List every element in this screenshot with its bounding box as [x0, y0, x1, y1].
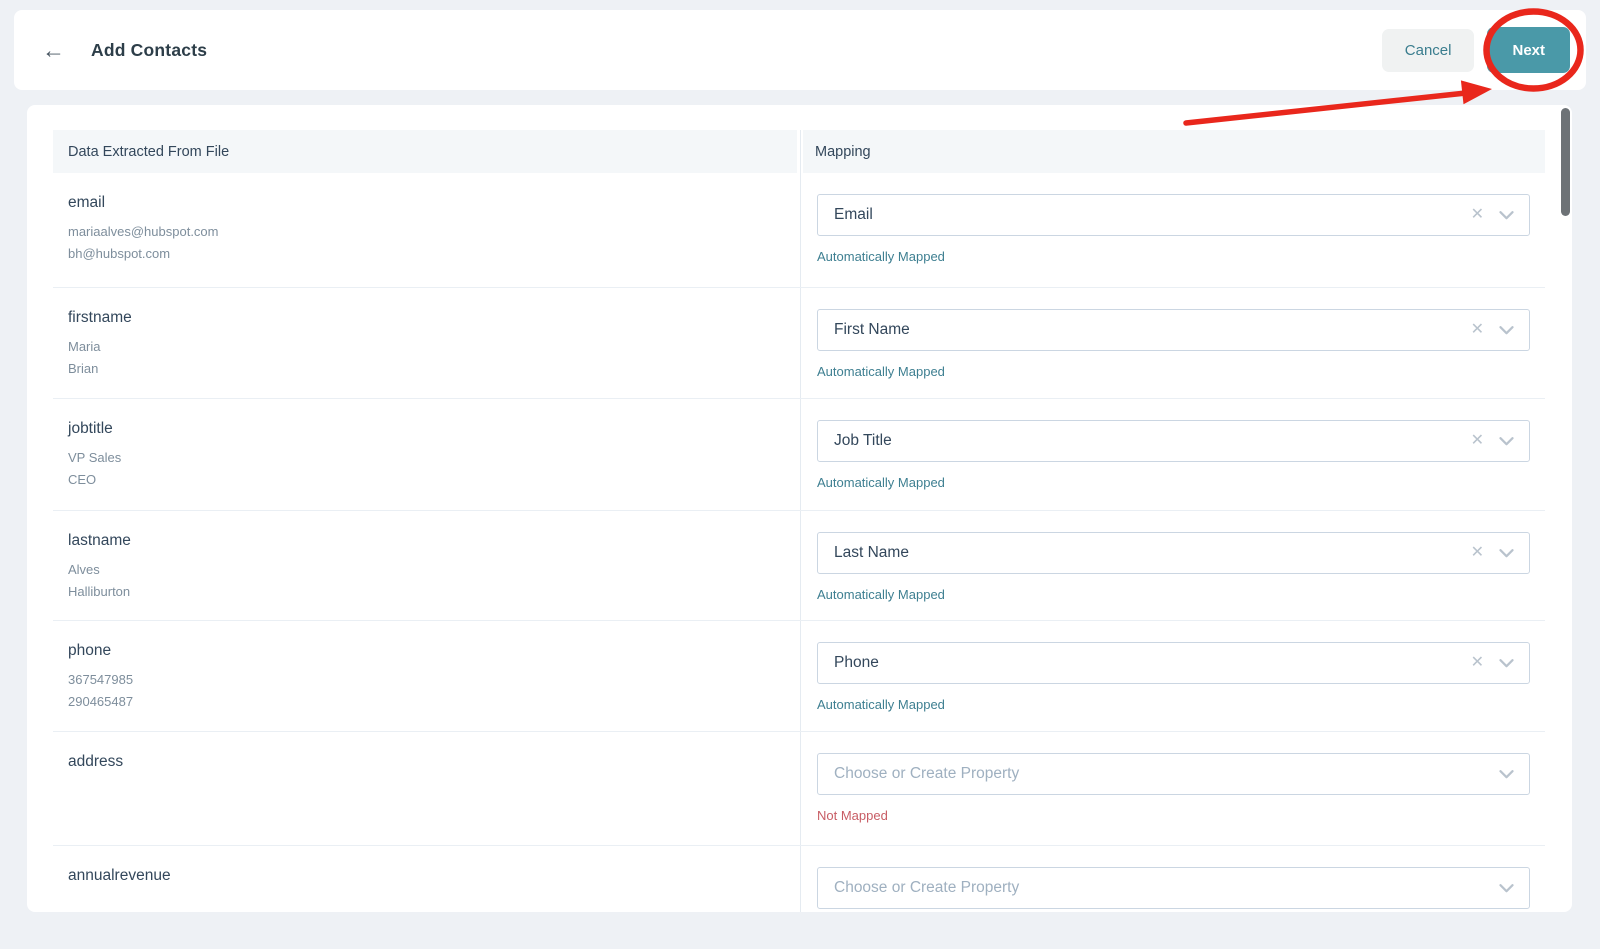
- mapping-row: phone 367547985 290465487 Phone ✕ Automa…: [53, 621, 1545, 732]
- mapping-row: jobtitle VP Sales CEO Job Title ✕ Automa…: [53, 399, 1545, 511]
- field-name: address: [68, 753, 124, 770]
- mapping-status: Not Mapped: [817, 808, 888, 823]
- extracted-data-cell: jobtitle VP Sales CEO: [53, 399, 800, 510]
- mapping-row: firstname Maria Brian First Name ✕ Autom…: [53, 288, 1545, 399]
- mapping-panel: Data Extracted From File Mapping email m…: [27, 105, 1572, 912]
- extracted-data-cell: email mariaalves@hubspot.com bh@hubspot.…: [53, 173, 800, 287]
- sample-value: bh@hubspot.com: [68, 246, 171, 261]
- sample-value: mariaalves@hubspot.com: [68, 224, 219, 239]
- select-value: Phone: [834, 654, 879, 671]
- next-button[interactable]: Next: [1487, 27, 1570, 73]
- property-select[interactable]: Job Title ✕: [817, 420, 1530, 462]
- chevron-down-icon[interactable]: [1499, 210, 1514, 220]
- sample-value: VP Sales: [68, 450, 122, 465]
- chevron-down-icon[interactable]: [1499, 658, 1514, 668]
- page-title: Add Contacts: [91, 39, 208, 60]
- mapping-cell: Email ✕ Automatically Mapped: [800, 173, 1545, 287]
- field-name: lastname: [68, 532, 131, 549]
- mapping-cell: Phone ✕ Automatically Mapped: [800, 621, 1545, 731]
- select-placeholder: Choose or Create Property: [834, 879, 1020, 896]
- mapping-row: address Choose or Create Property Not Ma…: [53, 732, 1545, 846]
- modal-header: ← Add Contacts Cancel Next: [14, 10, 1586, 90]
- property-select[interactable]: Last Name ✕: [817, 532, 1530, 574]
- mapping-status: Automatically Mapped: [817, 364, 945, 379]
- field-name: annualrevenue: [68, 867, 171, 884]
- mapping-cell: Last Name ✕ Automatically Mapped: [800, 511, 1545, 620]
- chevron-down-icon[interactable]: [1499, 325, 1514, 335]
- property-select[interactable]: First Name ✕: [817, 309, 1530, 351]
- chevron-down-icon[interactable]: [1499, 769, 1514, 779]
- property-select[interactable]: Choose or Create Property: [817, 753, 1530, 795]
- property-select[interactable]: Phone ✕: [817, 642, 1530, 684]
- clear-icon[interactable]: ✕: [1471, 545, 1484, 561]
- select-value: Job Title: [834, 432, 892, 449]
- extracted-data-cell: annualrevenue: [53, 846, 800, 912]
- mapping-row: annualrevenue Choose or Create Property: [53, 846, 1545, 912]
- mapping-table: Data Extracted From File Mapping email m…: [53, 130, 1545, 912]
- property-select[interactable]: Choose or Create Property: [817, 867, 1530, 909]
- clear-icon[interactable]: ✕: [1471, 433, 1484, 449]
- extracted-data-cell: address: [53, 732, 800, 845]
- mapping-cell: Job Title ✕ Automatically Mapped: [800, 399, 1545, 510]
- select-placeholder: Choose or Create Property: [834, 765, 1020, 782]
- mapping-status: Automatically Mapped: [817, 475, 945, 490]
- column-header-mapping: Mapping: [803, 130, 1545, 173]
- import-mapping-screen: ← Add Contacts Cancel Next Data Extracte…: [0, 0, 1600, 949]
- clear-icon[interactable]: ✕: [1471, 655, 1484, 671]
- chevron-down-icon[interactable]: [1499, 548, 1514, 558]
- sample-value: Maria: [68, 339, 101, 354]
- field-name: firstname: [68, 309, 132, 326]
- mapping-status: Automatically Mapped: [817, 697, 945, 712]
- field-name: email: [68, 194, 106, 211]
- sample-value: 367547985: [68, 672, 134, 687]
- mapping-status: Automatically Mapped: [817, 587, 945, 602]
- extracted-data-cell: firstname Maria Brian: [53, 288, 800, 398]
- select-value: Email: [834, 206, 873, 223]
- back-arrow-icon[interactable]: ←: [42, 38, 65, 62]
- field-name: phone: [68, 642, 112, 659]
- sample-value: CEO: [68, 472, 97, 487]
- mapping-cell: Choose or Create Property Not Mapped: [800, 732, 1545, 845]
- chevron-down-icon[interactable]: [1499, 883, 1514, 893]
- mapping-cell: Choose or Create Property: [800, 846, 1545, 912]
- select-value: Last Name: [834, 544, 909, 561]
- mapping-row: email mariaalves@hubspot.com bh@hubspot.…: [53, 173, 1545, 288]
- sample-value: Halliburton: [68, 584, 131, 599]
- chevron-down-icon[interactable]: [1499, 436, 1514, 446]
- table-header-row: Data Extracted From File Mapping: [53, 130, 1545, 173]
- mapping-status: Automatically Mapped: [817, 249, 945, 264]
- scrollbar-thumb[interactable]: [1561, 108, 1570, 216]
- sample-value: Brian: [68, 361, 99, 376]
- cancel-button[interactable]: Cancel: [1381, 28, 1475, 72]
- mapping-cell: First Name ✕ Automatically Mapped: [800, 288, 1545, 398]
- mapping-row: lastname Alves Halliburton Last Name ✕ A…: [53, 511, 1545, 621]
- sample-value: 290465487: [68, 694, 134, 709]
- clear-icon[interactable]: ✕: [1471, 207, 1484, 223]
- extracted-data-cell: phone 367547985 290465487: [53, 621, 800, 731]
- column-header-extracted: Data Extracted From File: [53, 130, 797, 173]
- extracted-data-cell: lastname Alves Halliburton: [53, 511, 800, 620]
- property-select[interactable]: Email ✕: [817, 194, 1530, 236]
- select-value: First Name: [834, 321, 910, 338]
- clear-icon[interactable]: ✕: [1471, 322, 1484, 338]
- sample-value: Alves: [68, 562, 100, 577]
- field-name: jobtitle: [68, 420, 113, 437]
